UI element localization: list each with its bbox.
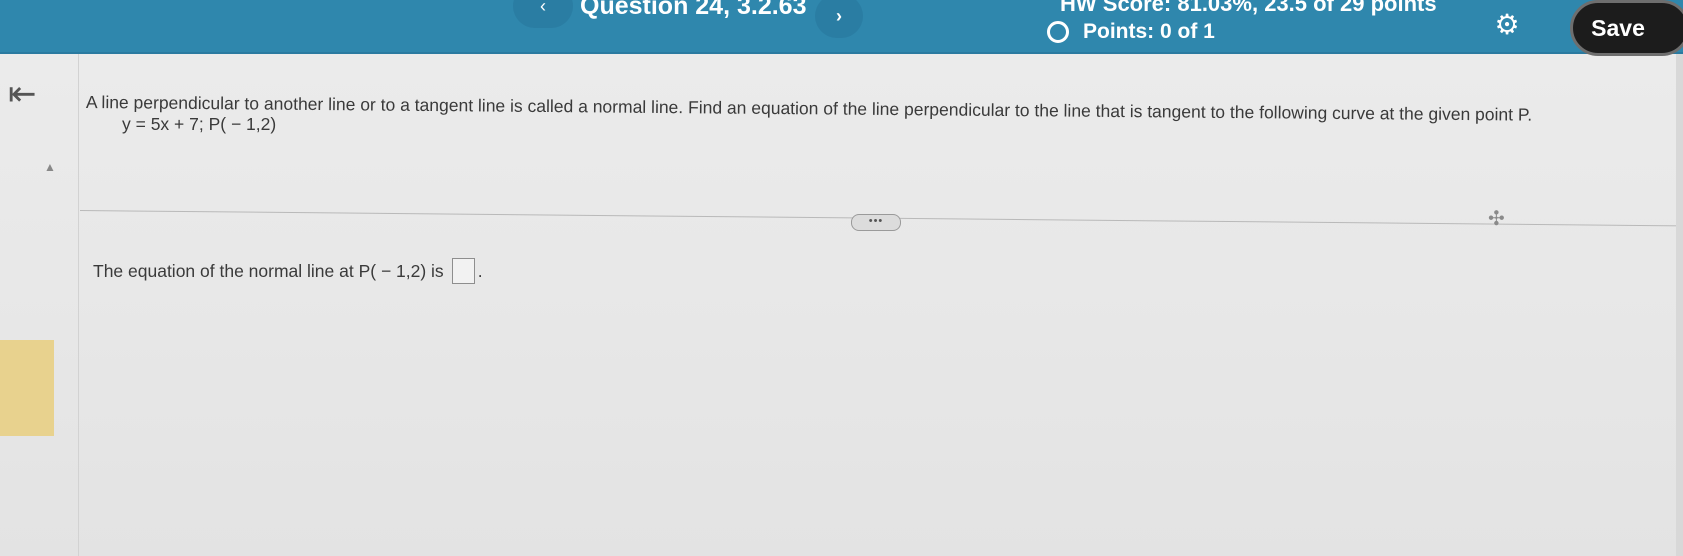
gear-icon[interactable]: ⚙ (1492, 10, 1522, 40)
side-tab[interactable] (0, 340, 54, 436)
points-status: Points: 0 of 1 (1047, 20, 1215, 44)
right-edge (1676, 54, 1683, 556)
question-title: Question 24, 3.2.63 (580, 0, 807, 20)
previous-question-button[interactable]: ‹ (513, 0, 573, 28)
save-button[interactable]: Save (1570, 0, 1683, 56)
answer-prompt: The equation of the normal line at P( − … (93, 260, 444, 281)
more-options-button[interactable]: ••• (851, 214, 901, 231)
points-label: Points: 0 of 1 (1083, 20, 1215, 43)
answer-period: . (477, 260, 483, 281)
question-prompt: A line perpendicular to another line or … (85, 92, 1533, 125)
hw-score: HW Score: 81.03%, 23.5 of 29 points (1060, 0, 1437, 16)
left-sidebar (0, 54, 79, 556)
header-bar: ‹ Question 24, 3.2.63 › HW Score: 81.03%… (0, 0, 1683, 56)
chevron-left-icon: ‹ (540, 0, 546, 16)
page: ‹ Question 24, 3.2.63 › HW Score: 81.03%… (0, 0, 1683, 556)
answer-line: The equation of the normal line at P( − … (93, 258, 483, 284)
answer-input-box[interactable] (451, 258, 475, 284)
collapse-panel-icon[interactable]: ⇤ (8, 74, 37, 114)
move-icon[interactable]: ✣ (1488, 206, 1505, 231)
question-equation: y = 5x + 7; P( − 1,2) (122, 114, 277, 134)
status-circle-icon (1047, 21, 1069, 43)
triangle-up-icon[interactable]: ▲ (44, 160, 56, 174)
chevron-right-icon: › (836, 5, 842, 26)
next-question-button[interactable]: › (815, 0, 863, 38)
